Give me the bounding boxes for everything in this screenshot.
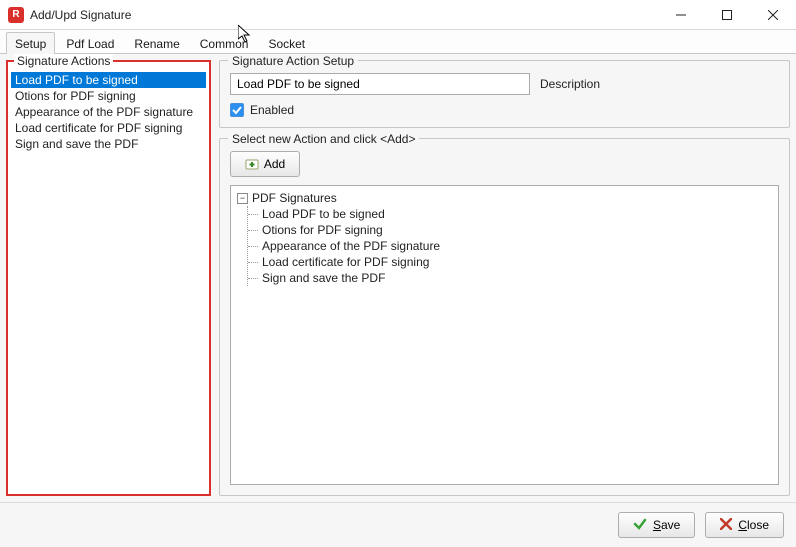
tree-children: Load PDF to be signed Otions for PDF sig…	[247, 206, 772, 286]
content-area: Signature Actions Load PDF to be signed …	[0, 54, 796, 502]
add-plus-icon	[245, 157, 259, 171]
signature-action-setup-group: Signature Action Setup Description Enabl…	[219, 60, 790, 128]
tab-rename[interactable]: Rename	[125, 32, 188, 54]
tree-item[interactable]: Otions for PDF signing	[248, 222, 772, 238]
select-new-action-group: Select new Action and click <Add> Add − …	[219, 138, 790, 496]
save-button[interactable]: Save	[618, 512, 695, 538]
signature-actions-title: Signature Actions	[14, 54, 113, 68]
add-button-label: Add	[264, 157, 285, 171]
group-label: Signature Action Setup	[228, 54, 358, 68]
title-bar: R Add/Upd Signature	[0, 0, 796, 30]
tree-item-label: Otions for PDF signing	[262, 223, 383, 237]
tab-socket[interactable]: Socket	[259, 32, 314, 54]
tree-item-label: Appearance of the PDF signature	[262, 239, 440, 253]
checkbox-checked-icon[interactable]	[230, 103, 244, 117]
tree-item[interactable]: Load PDF to be signed	[248, 206, 772, 222]
tree-item-label: Load certificate for PDF signing	[262, 255, 429, 269]
tree-item-label: Load PDF to be signed	[262, 207, 385, 221]
right-panel: Signature Action Setup Description Enabl…	[219, 60, 790, 496]
tree-connector-icon	[248, 239, 262, 253]
tree-connector-icon	[248, 255, 262, 269]
tab-label: Setup	[15, 37, 46, 51]
tab-label: Common	[200, 37, 249, 51]
tab-setup[interactable]: Setup	[6, 32, 55, 54]
list-item[interactable]: Appearance of the PDF signature	[11, 104, 206, 120]
tree-root[interactable]: − PDF Signatures	[237, 190, 772, 206]
tab-label: Rename	[134, 37, 179, 51]
tree-collapse-icon[interactable]: −	[237, 193, 248, 204]
footer-bar: Save Close	[0, 502, 796, 547]
action-tree[interactable]: − PDF Signatures Load PDF to be signed O…	[230, 185, 779, 485]
maximize-button[interactable]	[704, 0, 750, 29]
app-icon: R	[8, 7, 24, 23]
close-button[interactable]: Close	[705, 512, 784, 538]
tree-item[interactable]: Load certificate for PDF signing	[248, 254, 772, 270]
window-title: Add/Upd Signature	[30, 8, 131, 22]
check-icon	[633, 517, 647, 534]
tab-pdf-load[interactable]: Pdf Load	[57, 32, 123, 54]
list-item[interactable]: Load certificate for PDF signing	[11, 120, 206, 136]
tree-connector-icon	[248, 223, 262, 237]
tab-label: Socket	[268, 37, 305, 51]
signature-actions-list[interactable]: Load PDF to be signed Otions for PDF sig…	[11, 72, 206, 152]
tree-connector-icon	[248, 271, 262, 285]
enabled-checkbox-row[interactable]: Enabled	[230, 103, 779, 117]
action-name-input[interactable]	[230, 73, 530, 95]
group-label: Select new Action and click <Add>	[228, 132, 419, 146]
tree-item[interactable]: Sign and save the PDF	[248, 270, 772, 286]
list-item[interactable]: Sign and save the PDF	[11, 136, 206, 152]
minimize-button[interactable]	[658, 0, 704, 29]
tree-root-label: PDF Signatures	[252, 191, 337, 205]
close-icon	[720, 518, 732, 533]
add-button[interactable]: Add	[230, 151, 300, 177]
close-window-button[interactable]	[750, 0, 796, 29]
tab-strip: Setup Pdf Load Rename Common Socket	[0, 30, 796, 54]
tree-item-label: Sign and save the PDF	[262, 271, 385, 285]
enabled-label: Enabled	[250, 103, 294, 117]
signature-actions-panel: Signature Actions Load PDF to be signed …	[6, 60, 211, 496]
list-item[interactable]: Load PDF to be signed	[11, 72, 206, 88]
tab-common[interactable]: Common	[191, 32, 258, 54]
list-item[interactable]: Otions for PDF signing	[11, 88, 206, 104]
tab-label: Pdf Load	[66, 37, 114, 51]
save-button-label: Save	[653, 518, 680, 532]
close-button-label: Close	[738, 518, 769, 532]
tree-connector-icon	[248, 207, 262, 221]
description-label: Description	[540, 77, 600, 91]
tree-item[interactable]: Appearance of the PDF signature	[248, 238, 772, 254]
